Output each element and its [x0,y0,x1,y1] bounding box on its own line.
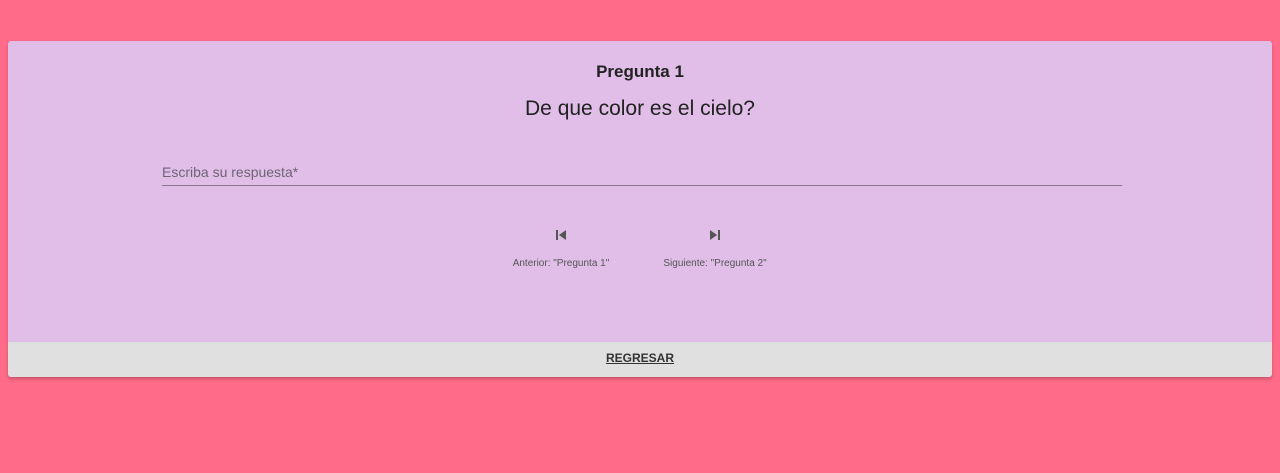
question-title: Pregunta 1 [596,62,684,81]
footer-bar: REGRESAR [8,342,1272,377]
next-button[interactable]: Siguiente: "Pregunta 2" [645,225,785,275]
skip-next-icon [710,230,720,240]
back-button[interactable]: REGRESAR [8,342,1272,377]
question-card: Pregunta 1 De que color es el cielo? Ant… [8,41,1272,342]
answer-input[interactable] [162,159,1122,185]
next-label: Siguiente: "Pregunta 2" [663,258,767,269]
skip-previous-icon [556,230,566,240]
previous-label: Anterior: "Pregunta 1" [512,258,610,269]
answer-field[interactable] [162,159,1122,186]
question-text: De que color es el cielo? [525,97,755,120]
previous-button[interactable]: Anterior: "Pregunta 1" [491,225,631,275]
